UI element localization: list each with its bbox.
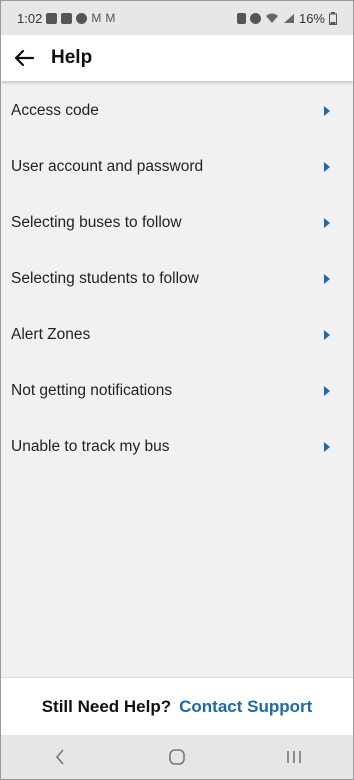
back-button[interactable] (13, 47, 35, 69)
chevron-right-icon (323, 386, 331, 396)
help-topic-label: Not getting notifications (11, 382, 173, 399)
nav-back-button[interactable] (40, 742, 80, 772)
status-time: 1:02 (17, 10, 43, 26)
chevron-left-icon (55, 749, 64, 765)
nav-home-button[interactable] (157, 742, 197, 772)
support-footer: Still Need Help? Contact Support (1, 677, 353, 736)
gmail-icon: M (91, 11, 102, 25)
status-bar: 1:02 M M 16% (1, 1, 353, 35)
linkedin-icon (61, 12, 73, 24)
chevron-right-icon (323, 274, 331, 284)
help-topic-label: User account and password (11, 158, 204, 175)
battery-icon (329, 11, 337, 25)
chevron-right-icon (323, 106, 331, 116)
help-topic-access-code[interactable]: Access code (1, 83, 353, 139)
help-topic-selecting-buses[interactable]: Selecting buses to follow (1, 195, 353, 251)
app-notification-icon (76, 12, 88, 24)
chevron-right-icon (323, 442, 331, 452)
help-topic-notifications[interactable]: Not getting notifications (1, 363, 353, 419)
battery-percent: 16% (298, 10, 325, 26)
help-topic-label: Alert Zones (11, 326, 91, 343)
app-bar: Help (1, 35, 353, 81)
gmail-icon-2: M (105, 11, 116, 25)
calendar-icon (46, 12, 58, 24)
page-title: Help (51, 47, 93, 68)
app-screen: 1:02 M M 16% Help Access code User accou… (0, 0, 354, 780)
help-topic-label: Unable to track my bus (11, 438, 170, 455)
help-topic-alert-zones[interactable]: Alert Zones (1, 307, 353, 363)
help-topic-selecting-students[interactable]: Selecting students to follow (1, 251, 353, 307)
status-bar-right: 16% (236, 10, 353, 26)
nav-recents-button[interactable] (274, 742, 314, 772)
help-topic-label: Selecting students to follow (11, 270, 199, 287)
alarm-icon (249, 12, 261, 24)
help-topic-list: Access code User account and password Se… (1, 83, 353, 475)
recent-apps-icon (287, 751, 302, 763)
chevron-right-icon (323, 218, 331, 228)
chevron-right-icon (323, 330, 331, 340)
status-bar-left: 1:02 M M (1, 11, 115, 26)
contact-support-link[interactable]: Contact Support (179, 697, 312, 717)
chevron-right-icon (323, 162, 331, 172)
signal-icon (283, 13, 294, 23)
home-icon (169, 749, 185, 765)
sim-icon (236, 12, 246, 24)
system-nav-bar (1, 735, 353, 779)
help-topic-track-bus[interactable]: Unable to track my bus (1, 419, 353, 475)
wifi-icon (265, 13, 278, 23)
help-topic-user-account[interactable]: User account and password (1, 139, 353, 195)
arrow-left-icon (14, 49, 34, 67)
help-topic-label: Selecting buses to follow (11, 214, 182, 231)
still-need-help-text: Still Need Help? (41, 697, 172, 716)
help-topic-label: Access code (11, 102, 99, 119)
